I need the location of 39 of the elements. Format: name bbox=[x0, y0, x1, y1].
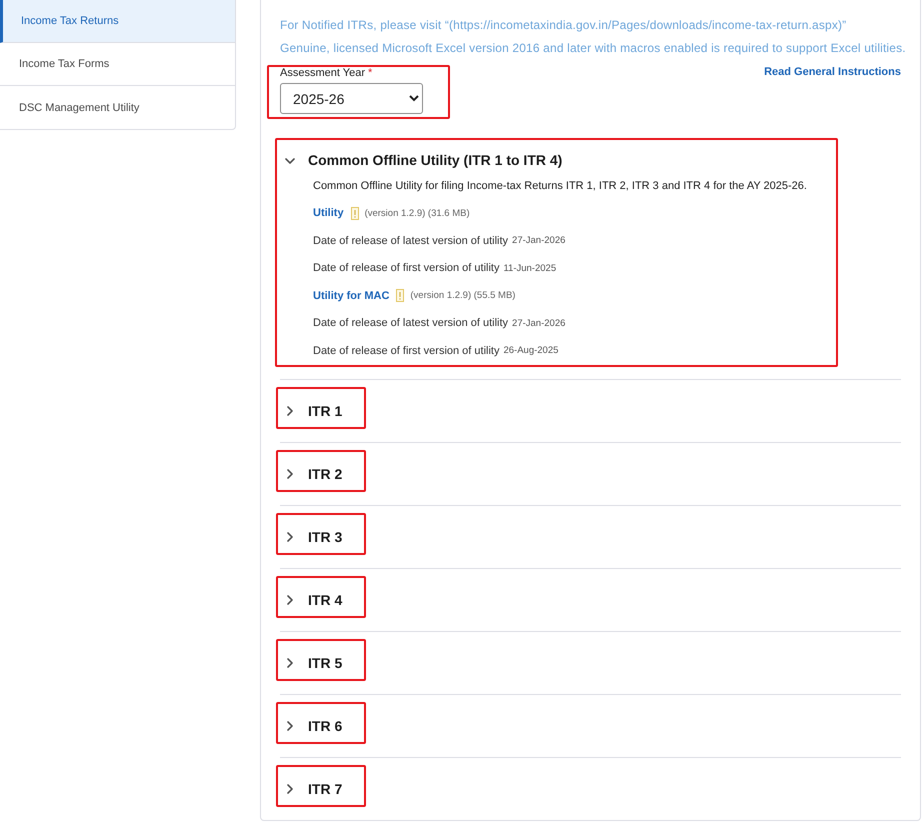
release-date-label: Date of release of first version of utility bbox=[313, 344, 500, 357]
download-link[interactable]: Utility bbox=[313, 207, 344, 220]
release-date: 11-Jun-2025 bbox=[503, 262, 556, 274]
accordion-title[interactable]: ITR 7 bbox=[308, 778, 342, 800]
release-date-label: Date of release of latest version of utility bbox=[313, 234, 508, 247]
chevron-right-icon[interactable] bbox=[287, 532, 293, 542]
release-date: 27-Jan-2026 bbox=[512, 318, 566, 329]
chevron-right-icon[interactable] bbox=[287, 406, 293, 416]
notice-text: For Notified ITRs, please visit “(https://incometaxindia.gov.in/Pages/downloads/income-tax-return.aspx)” bbox=[280, 17, 848, 34]
download-link[interactable]: Utility for MAC bbox=[313, 290, 390, 302]
chevron-right-icon[interactable] bbox=[287, 469, 293, 479]
instructions-link[interactable]: Read General Instructions bbox=[764, 65, 901, 79]
release-date-label: Date of release of latest version of utility bbox=[313, 317, 508, 330]
exclamation-icon bbox=[396, 289, 404, 302]
accordion-title[interactable]: Common Offline Utility (ITR 1 to ITR 4) bbox=[308, 149, 562, 172]
sidebar-item[interactable]: Income Tax Forms bbox=[0, 43, 235, 86]
chevron-right-icon[interactable] bbox=[287, 721, 293, 731]
chevron-right-icon[interactable] bbox=[287, 658, 293, 668]
sidebar-item[interactable]: Income Tax Returns bbox=[0, 0, 235, 43]
chevron-down-icon[interactable] bbox=[285, 158, 295, 164]
file-details: (version 1.2.9) (31.6 MB) bbox=[364, 208, 470, 219]
field-label: Assessment Year bbox=[280, 66, 365, 80]
accordion-title[interactable]: ITR 2 bbox=[308, 462, 342, 486]
required-mark: * bbox=[368, 66, 372, 80]
description-text: Common Offline Utility for filing Income-tax Returns ITR 1, ITR 2, ITR 3 and ITR 4 for the AY 2025-26. bbox=[313, 180, 807, 192]
chevron-right-icon[interactable] bbox=[287, 784, 293, 794]
accordion-title[interactable]: ITR 4 bbox=[308, 588, 342, 612]
chevron-right-icon[interactable] bbox=[287, 595, 293, 605]
file-details: (version 1.2.9) (55.5 MB) bbox=[410, 290, 516, 302]
assessment-year-select[interactable]: 2025-26 bbox=[280, 83, 423, 114]
accordion-title[interactable]: ITR 1 bbox=[308, 400, 342, 422]
exclamation-icon bbox=[350, 206, 359, 220]
release-date: 27-Jan-2026 bbox=[512, 235, 566, 246]
accordion-title[interactable]: ITR 6 bbox=[308, 714, 342, 738]
sidebar-item[interactable]: DSC Management Utility bbox=[0, 86, 235, 129]
accordion-title[interactable]: ITR 5 bbox=[308, 652, 342, 674]
release-date: 26-Aug-2025 bbox=[503, 345, 558, 356]
release-date-label: Date of release of first version of utility bbox=[313, 262, 500, 274]
accordion-title[interactable]: ITR 3 bbox=[308, 526, 342, 548]
